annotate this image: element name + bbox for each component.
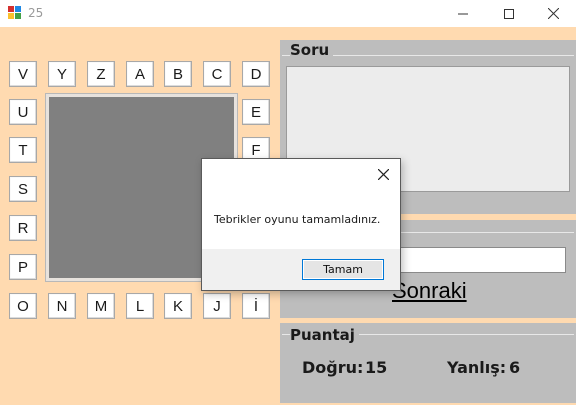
letter-button[interactable]: C (203, 61, 231, 87)
maximize-button[interactable] (486, 0, 532, 27)
wrong-count: 6 (509, 358, 521, 377)
title-bar: 25 (0, 0, 576, 27)
letter-button[interactable]: J (203, 293, 231, 319)
letter-button[interactable]: D (242, 61, 270, 87)
answer-input[interactable] (380, 247, 566, 273)
message-dialog: Tebrikler oyunu tamamladınız. Tamam (201, 158, 401, 291)
letter-button[interactable]: O (9, 293, 37, 319)
app-icon (8, 6, 22, 20)
letter-button[interactable]: T (9, 137, 37, 163)
maximize-icon (504, 8, 514, 19)
correct-label: Doğru: (302, 358, 364, 377)
letter-button[interactable]: Y (48, 61, 76, 87)
minimize-icon (458, 13, 468, 14)
correct-count: 15 (365, 358, 388, 377)
dialog-message: Tebrikler oyunu tamamladınız. (214, 213, 381, 226)
letter-button[interactable]: S (9, 176, 37, 202)
letter-button[interactable]: M (87, 293, 115, 319)
letter-button[interactable]: L (126, 293, 154, 319)
close-icon (547, 8, 559, 19)
letter-button[interactable]: A (126, 61, 154, 87)
ok-button[interactable]: Tamam (302, 259, 384, 280)
dialog-footer: Tamam (202, 249, 400, 290)
letter-button[interactable]: B (164, 61, 192, 87)
dialog-close-button[interactable] (372, 163, 394, 185)
letter-button[interactable]: R (9, 215, 37, 241)
letter-button[interactable]: N (48, 293, 76, 319)
letter-button[interactable]: V (9, 61, 37, 87)
question-title: Soru (290, 41, 334, 59)
window-title: 25 (28, 6, 44, 20)
wrong-label: Yanlış: (447, 358, 507, 377)
close-button[interactable] (530, 0, 576, 27)
letter-button[interactable]: U (9, 99, 37, 125)
close-icon (377, 168, 389, 180)
minimize-button[interactable] (440, 0, 486, 27)
letter-button[interactable]: Z (87, 61, 115, 87)
letter-button[interactable]: K (164, 293, 192, 319)
letter-button[interactable]: P (9, 254, 37, 280)
letter-button[interactable]: İ (242, 293, 270, 319)
next-button[interactable]: Sonraki (392, 278, 467, 304)
letter-button[interactable]: E (242, 99, 270, 125)
score-title: Puantaj (290, 326, 359, 344)
